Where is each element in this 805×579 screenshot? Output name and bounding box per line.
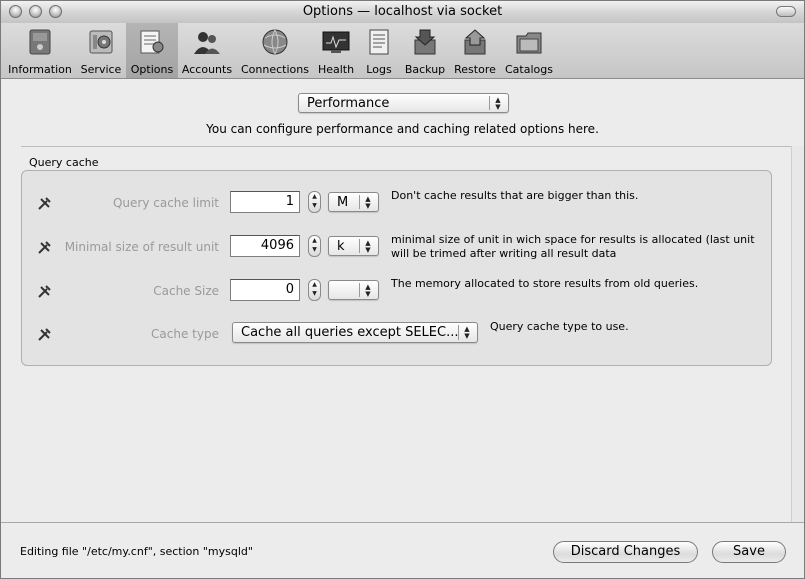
toolbar-item-label: Service <box>80 63 122 76</box>
restore-icon <box>464 29 486 55</box>
separator <box>21 146 791 147</box>
toolbar-item-logs[interactable]: Logs <box>361 23 397 78</box>
group-title: Query cache <box>29 156 99 169</box>
query-cache-group: Query cache limit 1 ▲ ▼ M ▲ ▼ Don't cache … <box>21 170 772 366</box>
chevron-up-down-icon: ▲ ▼ <box>359 195 376 210</box>
toolbar-item-options[interactable]: Options <box>126 23 178 78</box>
min-result-unit-unit-select[interactable]: k ▲ ▼ <box>328 236 379 256</box>
catalogs-icon <box>516 32 542 54</box>
cache-type-value: Cache all queries except SELEC... <box>241 325 459 340</box>
unit-value: M <box>337 195 349 210</box>
cache-size-unit-select[interactable]: ▲ ▼ <box>328 280 379 300</box>
chevron-up-down-icon: ▲ ▼ <box>489 96 506 111</box>
cache-size-field[interactable]: 0 <box>230 279 300 301</box>
cache-size-stepper[interactable]: ▲ ▼ <box>308 279 321 301</box>
discard-changes-button[interactable]: Discard Changes <box>553 541 698 563</box>
query-cache-limit-stepper[interactable]: ▲ ▼ <box>308 191 321 213</box>
status-text: Editing file "/etc/my.cnf", section "mys… <box>20 545 253 558</box>
row-description: Query cache type to use. <box>490 320 629 333</box>
min-result-unit-stepper[interactable]: ▲ ▼ <box>308 235 321 257</box>
status-bar: Editing file "/etc/my.cnf", section "mys… <box>1 522 804 578</box>
toolbar-item-label: Health <box>317 63 355 76</box>
row-label: Cache type <box>151 327 219 341</box>
chevron-up-down-icon: ▲ ▼ <box>458 325 475 340</box>
toolbar-item-label: Catalogs <box>505 63 553 76</box>
row-label: Query cache limit <box>112 196 219 210</box>
row-label: Cache Size <box>153 284 219 298</box>
save-button[interactable]: Save <box>712 541 786 563</box>
toolbar-item-label: Restore <box>454 63 496 76</box>
query-cache-limit-unit-select[interactable]: M ▲ ▼ <box>328 192 379 212</box>
toolbar-item-restore[interactable]: Restore <box>451 23 499 78</box>
section-select-value: Performance <box>307 96 390 111</box>
logs-icon <box>369 29 389 55</box>
toolbar-item-label: Accounts <box>181 63 233 76</box>
service-icon <box>89 30 113 54</box>
toolbar-item-label: Information <box>8 63 72 76</box>
connections-icon <box>262 29 288 55</box>
section-select[interactable]: Performance ▲ ▼ <box>298 93 509 113</box>
row-description: The memory allocated to store results fr… <box>391 277 699 290</box>
unit-value: k <box>337 239 345 254</box>
options-content: Performance ▲ ▼ You can configure perform… <box>1 80 804 522</box>
toolbar-item-label: Connections <box>241 63 309 76</box>
options-icon <box>140 30 164 54</box>
row-label: Minimal size of result unit <box>64 240 219 254</box>
toolbar-item-backup[interactable]: Backup <box>401 23 449 78</box>
window-title: Options — localhost via socket <box>302 4 503 19</box>
min-result-unit-field[interactable]: 4096 <box>230 235 300 257</box>
toolbar-item-label: Options <box>130 63 174 76</box>
title-bar: Options — localhost via socket <box>1 1 804 23</box>
toolbar-item-connections[interactable]: Connections <box>238 23 312 78</box>
toolbar-toggle-button[interactable] <box>776 6 796 17</box>
query-cache-limit-field[interactable]: 1 <box>230 191 300 213</box>
wrench-icon[interactable] <box>37 326 53 342</box>
vertical-scrollbar[interactable] <box>791 146 804 522</box>
chevron-up-down-icon: ▲ ▼ <box>359 239 376 254</box>
toolbar-item-information[interactable]: Information <box>5 23 75 78</box>
section-description: You can configure performance and cachin… <box>206 122 599 136</box>
toolbar-item-health[interactable]: Health <box>314 23 358 78</box>
toolbar: Information Service Options Accounts Con… <box>1 23 804 79</box>
row-description: Don't cache results that are bigger than… <box>391 189 639 202</box>
accounts-icon <box>194 32 220 54</box>
information-icon <box>29 29 51 55</box>
toolbar-item-service[interactable]: Service <box>77 23 125 78</box>
backup-icon <box>414 29 436 55</box>
wrench-icon[interactable] <box>37 195 53 211</box>
wrench-icon[interactable] <box>37 283 53 299</box>
toolbar-item-accounts[interactable]: Accounts <box>179 23 235 78</box>
toolbar-item-catalogs[interactable]: Catalogs <box>501 23 557 78</box>
chevron-up-down-icon: ▲ ▼ <box>359 283 376 298</box>
toolbar-item-label: Logs <box>366 63 392 76</box>
health-icon <box>322 31 350 53</box>
options-window: Options — localhost via socket Informati… <box>0 0 805 579</box>
wrench-icon[interactable] <box>37 239 53 255</box>
cache-type-select[interactable]: Cache all queries except SELEC... ▲ ▼ <box>232 322 478 343</box>
toolbar-item-label: Backup <box>404 63 446 76</box>
row-description: minimal size of unit in wich space for r… <box>391 233 755 260</box>
